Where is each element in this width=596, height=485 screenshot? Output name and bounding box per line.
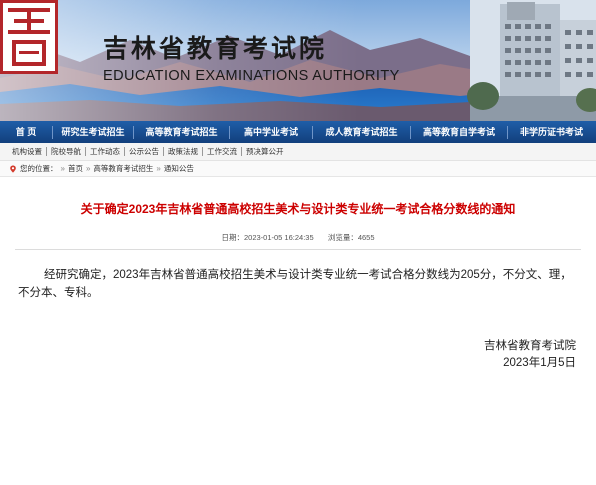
breadcrumb: 您的位置： » 首页 » 高等教育考试招生 » 通知公告 — [0, 161, 596, 177]
date-label: 日期： — [221, 233, 244, 242]
nav-higher-education-exam[interactable]: 高等教育考试招生 — [134, 121, 229, 143]
breadcrumb-higher-education-exam[interactable]: 高等教育考试招生 — [93, 163, 153, 174]
subnav-budget-disclosure[interactable]: 预决算公开 — [242, 146, 288, 157]
breadcrumb-chevron-icon: » — [85, 164, 91, 173]
views-label: 浏览量： — [327, 233, 358, 242]
nav-home[interactable]: 首 页 — [0, 121, 52, 143]
article-body: 经研究确定，2023年吉林省普通高校招生美术与设计类专业统一考试合格分数线为20… — [18, 266, 580, 302]
subnav-work-exchange[interactable]: 工作交流 — [203, 146, 241, 157]
article-title: 关于确定2023年吉林省普通高校招生美术与设计类专业统一考试合格分数线的通知 — [80, 202, 516, 216]
article-date: 2023-01-05 16:24:35 — [243, 233, 314, 242]
subnav-work-news[interactable]: 工作动态 — [86, 146, 124, 157]
site-title-en: EDUCATION EXAMINATIONS AUTHORITY — [103, 68, 400, 84]
main-nav: 首 页 研究生考试招生 高等教育考试招生 高中学业考试 成人教育考试招生 高等教… — [0, 121, 596, 143]
site-title-cn: 吉林省教育考试院 — [103, 34, 328, 63]
subnav-organization[interactable]: 机构设置 — [8, 146, 46, 157]
subnav-policies[interactable]: 政策法规 — [164, 146, 202, 157]
article-views: 4655 — [357, 233, 375, 242]
nav-self-study-exam[interactable]: 高等教育自学考试 — [411, 121, 507, 143]
breadcrumb-chevron-icon: » — [156, 164, 161, 173]
article-signature: 吉林省教育考试院 2023年1月5日 — [484, 338, 576, 372]
subnav-school-navigation[interactable]: 院校导航 — [47, 146, 85, 157]
nav-adult-education-exam[interactable]: 成人教育考试招生 — [313, 121, 410, 143]
breadcrumb-home[interactable]: 首页 — [68, 163, 83, 174]
location-pin-icon — [10, 165, 16, 173]
breadcrumb-chevron-icon: » — [60, 164, 65, 173]
header-banner: 吉林省教育考试院 EDUCATION EXAMINATIONS AUTHORIT… — [0, 0, 596, 121]
breadcrumb-notices[interactable]: 通知公告 — [164, 163, 194, 174]
subnav-announcements[interactable]: 公示公告 — [125, 146, 163, 157]
nav-high-school-exam[interactable]: 高中学业考试 — [230, 121, 312, 143]
sub-nav: 机构设置 院校导航 工作动态 公示公告 政策法规 工作交流 预决算公开 — [0, 143, 596, 161]
article-divider — [15, 249, 581, 250]
signature-date: 2023年1月5日 — [503, 357, 576, 369]
nav-graduate-exam[interactable]: 研究生考试招生 — [53, 121, 133, 143]
nav-certificate-exam[interactable]: 非学历证书考试 — [508, 121, 595, 143]
article: 关于确定2023年吉林省普通高校招生美术与设计类专业统一考试合格分数线的通知 日… — [0, 178, 596, 485]
article-meta: 日期：2023-01-05 16:24:35 浏览量：4655 — [0, 232, 596, 243]
breadcrumb-prefix: 您的位置： — [20, 164, 58, 173]
signature-org: 吉林省教育考试院 — [484, 340, 576, 352]
building-image — [467, 0, 596, 121]
article-body-text: 经研究确定，2023年吉林省普通高校招生美术与设计类专业统一考试合格分数线为20… — [18, 269, 572, 299]
authority-logo[interactable] — [0, 0, 58, 74]
